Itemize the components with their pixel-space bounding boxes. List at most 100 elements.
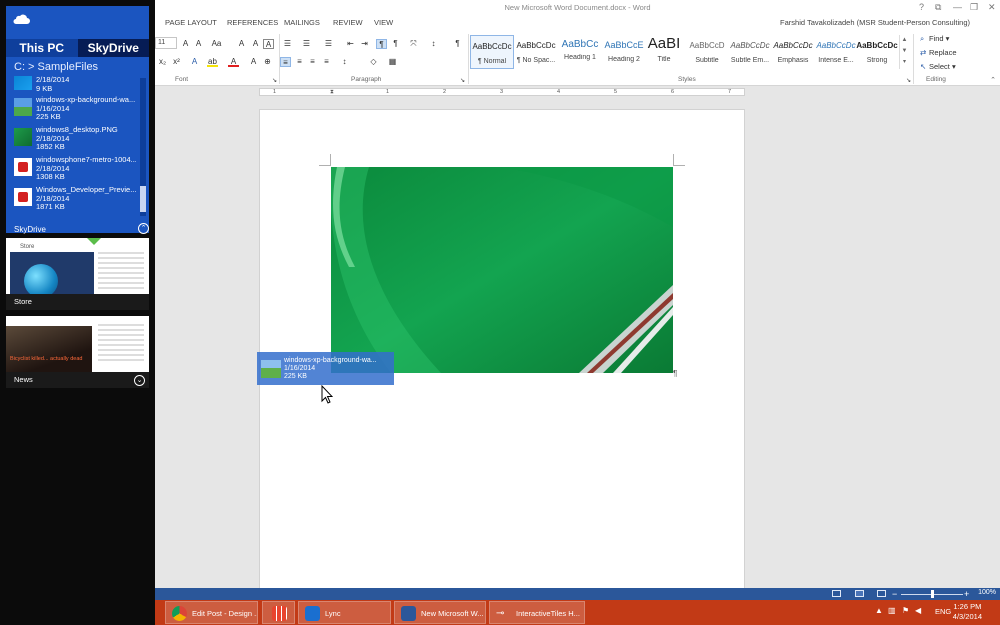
style-subtitle[interactable]: AaBbCcD Subtitle bbox=[685, 35, 729, 69]
line-spacing-icon[interactable]: ↕ bbox=[339, 57, 350, 67]
close-button[interactable]: ✕ bbox=[988, 2, 996, 13]
character-shading-icon[interactable]: A bbox=[248, 57, 259, 67]
list-item[interactable]: Windows_Developer_Previe... 2/18/2014 18… bbox=[12, 186, 136, 216]
highlight-color-icon[interactable]: ab bbox=[207, 57, 218, 67]
align-left-icon[interactable]: ≡ bbox=[280, 57, 291, 67]
inserted-image[interactable] bbox=[331, 167, 673, 373]
list-item[interactable]: windows-xp-background-wa... 1/16/2014 22… bbox=[12, 96, 136, 126]
superscript-icon[interactable]: x² bbox=[171, 57, 182, 67]
indent-marker-icon[interactable]: ⧗ bbox=[330, 89, 334, 96]
tab-mailings[interactable]: MAILINGS bbox=[284, 18, 320, 27]
zoom-in-button[interactable]: + bbox=[964, 588, 969, 600]
select-icon: ↖ bbox=[920, 62, 927, 71]
style-emphasis[interactable]: AaBbCcDc Emphasis bbox=[771, 35, 815, 69]
style-heading-2[interactable]: AaBbCcE Heading 2 bbox=[602, 35, 646, 69]
style-title[interactable]: AaBI Title bbox=[642, 35, 686, 69]
web-layout-icon[interactable] bbox=[877, 590, 886, 597]
store-app-tile[interactable]: Store Store bbox=[6, 238, 149, 310]
clear-format-icon[interactable]: A bbox=[236, 39, 247, 49]
zoom-level[interactable]: 100% bbox=[978, 589, 996, 596]
bullets-icon[interactable]: ☰ bbox=[282, 39, 293, 49]
tab-page-layout[interactable]: PAGE LAYOUT bbox=[165, 18, 217, 27]
list-item[interactable]: windowsphone7-metro-1004... 2/18/2014 13… bbox=[12, 156, 136, 186]
decrease-indent-icon[interactable]: ⇤ bbox=[345, 39, 356, 49]
find-icon: ⌕ bbox=[920, 34, 925, 43]
numbering-icon[interactable]: ☰ bbox=[301, 39, 312, 49]
tab-skydrive[interactable]: SkyDrive bbox=[77, 39, 149, 57]
change-case-icon[interactable]: Aa bbox=[211, 39, 222, 49]
multilevel-list-icon[interactable]: ☰ bbox=[323, 39, 334, 49]
style-subtle-emphasis[interactable]: AaBbCcDc Subtle Em... bbox=[728, 35, 772, 69]
help-icon[interactable]: ? bbox=[919, 2, 924, 12]
find-button[interactable]: ⌕ Find ▾ bbox=[920, 34, 949, 44]
subscript-icon[interactable]: x₂ bbox=[157, 57, 168, 67]
user-account[interactable]: Farshid Tavakolizadeh (MSR Student-Perso… bbox=[780, 18, 970, 27]
increase-indent-icon[interactable]: ⇥ bbox=[359, 39, 370, 49]
style-intense-emphasis[interactable]: AaBbCcDc Intense E... bbox=[814, 35, 858, 69]
system-clock[interactable]: 1:26 PM 4/3/2014 bbox=[953, 602, 982, 622]
horizontal-ruler[interactable]: 1 ⧗ 1 2 3 4 5 6 7 bbox=[259, 88, 745, 96]
style-strong[interactable]: AaBbCcDc Strong bbox=[855, 35, 899, 69]
shrink-font-icon[interactable]: A bbox=[193, 39, 204, 49]
text-effects-icon[interactable]: A bbox=[189, 57, 200, 67]
justify-icon[interactable]: ≡ bbox=[321, 57, 332, 67]
scrollbar-thumb[interactable] bbox=[140, 186, 146, 212]
taskbar-item-interactivetiles[interactable]: ⊸ InteractiveTiles H... bbox=[489, 601, 585, 624]
tab-this-pc[interactable]: This PC bbox=[6, 39, 78, 57]
ribbon-display-icon[interactable]: ⧉ bbox=[935, 2, 941, 13]
style-name: Title bbox=[657, 56, 671, 63]
collapse-ribbon-icon[interactable]: ⌃ bbox=[990, 76, 996, 84]
phonetic-guide-icon[interactable]: A bbox=[250, 39, 261, 49]
volume-icon[interactable]: ◀ bbox=[915, 606, 921, 615]
grow-font-icon[interactable]: A bbox=[180, 39, 191, 49]
zoom-slider-thumb[interactable] bbox=[931, 590, 934, 598]
taskbar-item-lync[interactable]: Lync bbox=[298, 601, 391, 624]
styles-gallery-scroll[interactable]: ▲ ▼ ▾ bbox=[899, 35, 909, 69]
sort-icon[interactable]: ↕ bbox=[428, 39, 439, 49]
breadcrumb[interactable]: C: > SampleFiles bbox=[14, 61, 98, 73]
list-item[interactable]: 2/18/2014 9 KB bbox=[12, 76, 136, 96]
rtl-direction-icon[interactable]: ¶ bbox=[390, 39, 401, 49]
borders-icon[interactable]: ▦ bbox=[387, 57, 398, 67]
tab-view[interactable]: VIEW bbox=[374, 18, 393, 27]
news-app-tile[interactable]: Bicyclist killed... actually dead News ⌄ bbox=[6, 316, 149, 388]
character-border-icon[interactable]: A bbox=[263, 39, 274, 49]
tab-references[interactable]: REFERENCES bbox=[227, 18, 278, 27]
style-normal[interactable]: AaBbCcDc ¶ Normal bbox=[470, 35, 514, 69]
read-mode-icon[interactable] bbox=[832, 590, 841, 597]
ltr-direction-icon[interactable]: ¶ bbox=[376, 39, 387, 49]
action-center-icon[interactable]: ⚑ bbox=[902, 606, 909, 615]
show-marks-icon[interactable]: ¶ bbox=[452, 39, 463, 49]
taskbar-item-chrome[interactable]: Edit Post - Design ... bbox=[165, 601, 258, 624]
ribbon: 11 A A Aa A A A x₂ x² A ab A A ⊕ Font ↘ … bbox=[155, 30, 1000, 86]
font-size-select[interactable]: 11 bbox=[155, 37, 177, 49]
align-right-icon[interactable]: ≡ bbox=[307, 57, 318, 67]
zoom-out-button[interactable]: − bbox=[892, 588, 897, 600]
select-button[interactable]: ↖ Select ▾ bbox=[920, 62, 956, 71]
paragraph-dialog-launcher-icon[interactable]: ↘ bbox=[457, 76, 468, 86]
enclose-characters-icon[interactable]: ⊕ bbox=[262, 57, 273, 67]
style-heading-1[interactable]: AaBbCc Heading 1 bbox=[558, 35, 602, 69]
list-item[interactable]: windows8_desktop.PNG 2/18/2014 1852 KB bbox=[12, 126, 136, 156]
style-sample: AaBbCcDc bbox=[472, 42, 512, 51]
tab-review[interactable]: REVIEW bbox=[333, 18, 363, 27]
drag-preview: windows-xp-background-wa... 1/16/2014 22… bbox=[257, 352, 394, 385]
minimize-button[interactable]: — bbox=[953, 2, 962, 12]
asian-layout-icon[interactable]: ⤧ bbox=[408, 39, 419, 49]
align-center-icon[interactable]: ≡ bbox=[294, 57, 305, 67]
print-layout-icon[interactable] bbox=[855, 590, 864, 597]
expand-down-icon[interactable]: ⌄ bbox=[134, 375, 145, 386]
font-color-icon[interactable]: A bbox=[228, 57, 239, 67]
show-hidden-icons-icon[interactable]: ▲ bbox=[875, 606, 883, 615]
taskbar-item-word[interactable]: New Microsoft W... bbox=[394, 601, 486, 624]
collapse-up-icon[interactable]: ⌃ bbox=[138, 223, 149, 234]
file-list-scrollbar[interactable] bbox=[140, 78, 146, 216]
ruler-number: 1 bbox=[273, 89, 277, 95]
network-icon[interactable]: ▥ bbox=[888, 606, 896, 615]
style-no-spacing[interactable]: AaBbCcDc ¶ No Spac... bbox=[514, 35, 558, 69]
shading-icon[interactable]: ◇ bbox=[368, 57, 379, 67]
taskbar-item-start[interactable] bbox=[262, 601, 295, 624]
input-language[interactable]: ENG bbox=[935, 607, 951, 616]
restore-button[interactable]: ❐ bbox=[970, 2, 978, 13]
replace-button[interactable]: ⇄ Replace bbox=[920, 48, 957, 57]
